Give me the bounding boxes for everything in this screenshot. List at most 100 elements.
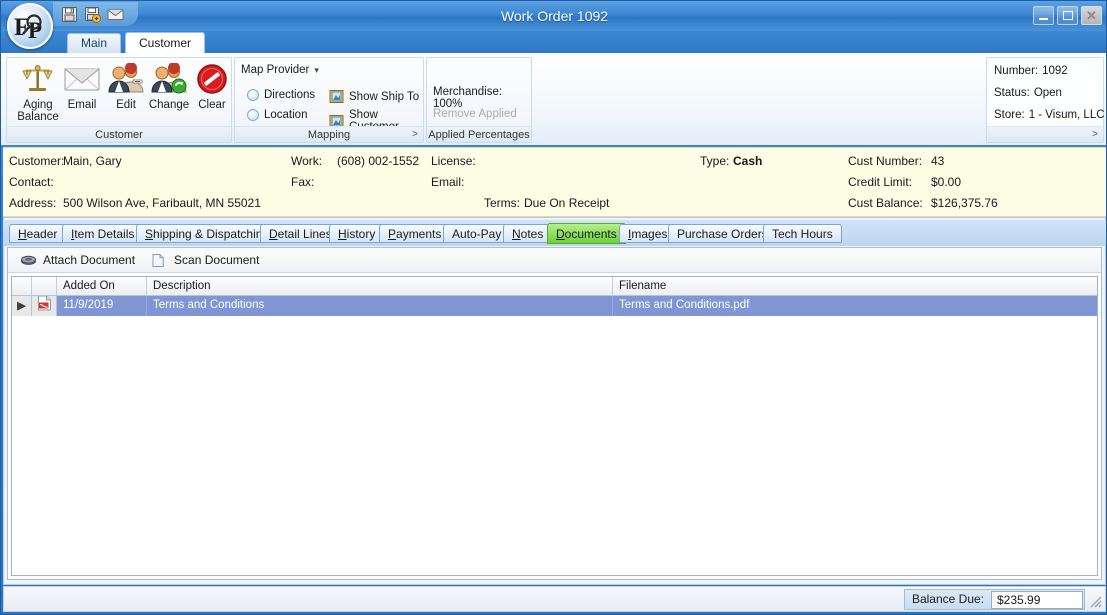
work-order-status-box: Number: 1092 Status: Open Store: 1 - Visum,…	[986, 57, 1105, 143]
ribbon-group-customer-label: Customer	[7, 126, 231, 142]
tab-payments[interactable]: Payments	[379, 224, 451, 243]
row-indicator: ▶	[12, 296, 32, 316]
save-and-new-icon[interactable]	[84, 6, 101, 23]
grid-header-added-on[interactable]: Added On	[57, 277, 147, 295]
tab-tech-hours[interactable]: Tech Hours	[763, 224, 842, 243]
fax-label: Fax:	[291, 175, 315, 189]
email-label: Email:	[431, 175, 465, 189]
page-tab-strip: Header Item Details Shipping & Dispatchi…	[3, 220, 1106, 246]
map-mode-directions[interactable]: Directions	[247, 89, 315, 101]
mapping-label-text: Mapping	[307, 129, 351, 141]
resize-grip-icon[interactable]	[1088, 594, 1102, 608]
merchandise-percentage[interactable]: Merchandise: 100%	[433, 86, 531, 110]
tab-history-label: istory	[346, 227, 376, 241]
cust-number-label: Cust Number:	[848, 154, 923, 168]
map-mode-location[interactable]: Location	[247, 109, 307, 121]
tab-auto-pay-label: Auto-Pay	[452, 227, 502, 241]
grid-header-row: Added On Description Filename	[12, 277, 1097, 296]
svg-text:F: F	[14, 14, 29, 41]
tab-header-label: eader	[26, 227, 58, 241]
balance-due-value[interactable]: $235.99	[991, 590, 1083, 609]
tab-images-label: mages	[631, 227, 668, 241]
tab-item-details[interactable]: Item Details	[62, 224, 144, 243]
tab-header[interactable]: Header	[9, 224, 67, 243]
show-ship-to-label: Show Ship To	[349, 90, 420, 103]
customer-label: Customer:	[9, 154, 65, 168]
remove-applied-label: Remove Applied	[433, 108, 517, 120]
tab-item-details-label: tem Details	[74, 227, 135, 241]
tab-purchase-orders-label: Purchase Orders	[677, 227, 768, 241]
no-entry-icon	[183, 61, 241, 97]
documents-grid[interactable]: Added On Description Filename ▶ 11/9/201…	[11, 276, 1098, 576]
title-bar: Work Order 1092 ✕	[1, 1, 1106, 31]
maximize-button[interactable]	[1057, 6, 1078, 25]
status-store-label: Store:	[994, 109, 1025, 121]
address-value[interactable]: 500 Wilson Ave, Faribault, MN 55021	[63, 196, 261, 210]
documents-toolbar: Attach Document Scan Document	[8, 248, 1101, 273]
contact-label: Contact:	[9, 175, 54, 189]
app-logo-icon[interactable]: F P	[7, 3, 53, 49]
paperclip-icon	[20, 253, 37, 268]
show-ship-to-button[interactable]: Show Ship To	[329, 89, 419, 104]
terms-label: Terms:	[484, 196, 520, 210]
tab-history[interactable]: History	[329, 224, 385, 243]
email-button-label: Email	[67, 99, 97, 111]
attach-document-button[interactable]: Attach Document	[18, 251, 143, 270]
radio-icon[interactable]	[247, 89, 259, 101]
table-row[interactable]: ▶ 11/9/2019 Terms and Conditions Terms a…	[12, 296, 1097, 316]
cust-balance-value: $126,375.76	[931, 196, 998, 210]
tab-tech-hours-label: Tech Hours	[772, 227, 833, 241]
ribbon-tab-customer[interactable]: Customer	[125, 32, 206, 53]
cell-added-on: 11/9/2019	[57, 296, 147, 316]
row-current-icon: ▶	[17, 299, 26, 312]
tab-documents-label: ocuments	[564, 227, 617, 241]
merchandise-percentage-label: Merchandise: 100%	[433, 86, 503, 110]
tab-notes[interactable]: Notes	[503, 224, 553, 243]
map-provider-dropdown[interactable]: Map Provider ▾	[241, 64, 319, 76]
mapping-expand-icon[interactable]: >	[412, 127, 418, 143]
type-label: Type:	[700, 154, 730, 168]
aging-balance-label-line2: Balance	[17, 111, 59, 123]
cust-balance-label: Cust Balance:	[848, 196, 923, 210]
customer-value[interactable]: Main, Gary	[63, 154, 122, 168]
grid-header-indicator	[12, 277, 32, 295]
status-status-value: Open	[1033, 87, 1062, 99]
status-box-expand-icon[interactable]: >	[1092, 127, 1098, 142]
status-bar: Balance Due: $235.99	[3, 586, 1106, 612]
clear-button-label: Clear	[198, 99, 226, 111]
work-phone-value[interactable]: (608) 002-1552	[337, 154, 419, 168]
tab-detail-lines-label: etail Lines	[277, 227, 332, 241]
tab-notes-label: otes	[520, 227, 544, 241]
address-label: Address:	[9, 196, 57, 210]
application-window: Work Order 1092 ✕ F P Main Customer Agin…	[0, 0, 1107, 615]
scanner-icon	[151, 253, 168, 268]
balance-due-label: Balance Due:	[911, 592, 984, 606]
cust-number-value: 43	[931, 154, 945, 168]
close-button[interactable]: ✕	[1081, 6, 1102, 25]
status-status-label: Status:	[994, 87, 1030, 99]
terms-value[interactable]: Due On Receipt	[524, 196, 609, 210]
license-label: License:	[431, 154, 476, 168]
grid-header-description[interactable]: Description	[147, 277, 613, 295]
minimize-button[interactable]	[1033, 6, 1054, 25]
grid-header-filename[interactable]: Filename	[613, 277, 1097, 295]
tab-purchase-orders[interactable]: Purchase Orders	[668, 224, 777, 243]
tab-documents[interactable]: Documents	[547, 223, 626, 244]
clear-customer-button[interactable]: Clear	[183, 61, 241, 111]
tab-shipping-dispatching[interactable]: Shipping & Dispatching	[136, 224, 279, 243]
map-icon	[329, 89, 344, 104]
row-file-type	[32, 296, 57, 316]
ribbon-tab-main[interactable]: Main	[67, 33, 122, 53]
scan-document-button[interactable]: Scan Document	[149, 251, 267, 270]
ribbon: Aging Balance Email Edit Change Clear Cu…	[1, 53, 1106, 145]
email-icon[interactable]	[107, 6, 124, 23]
tab-auto-pay[interactable]: Auto-Pay	[443, 224, 511, 243]
radio-icon[interactable]	[247, 109, 259, 121]
ribbon-group-applied-percentages: Merchandise: 100% Remove Applied Applied…	[426, 57, 532, 143]
documents-panel: Attach Document Scan Document Added On D…	[7, 247, 1102, 580]
tab-payments-label: ayments	[396, 227, 442, 241]
status-number-label: Number:	[994, 65, 1039, 77]
map-mode-directions-label: Directions	[264, 89, 316, 101]
chevron-down-icon: ▾	[314, 64, 319, 75]
save-icon[interactable]	[61, 6, 78, 23]
